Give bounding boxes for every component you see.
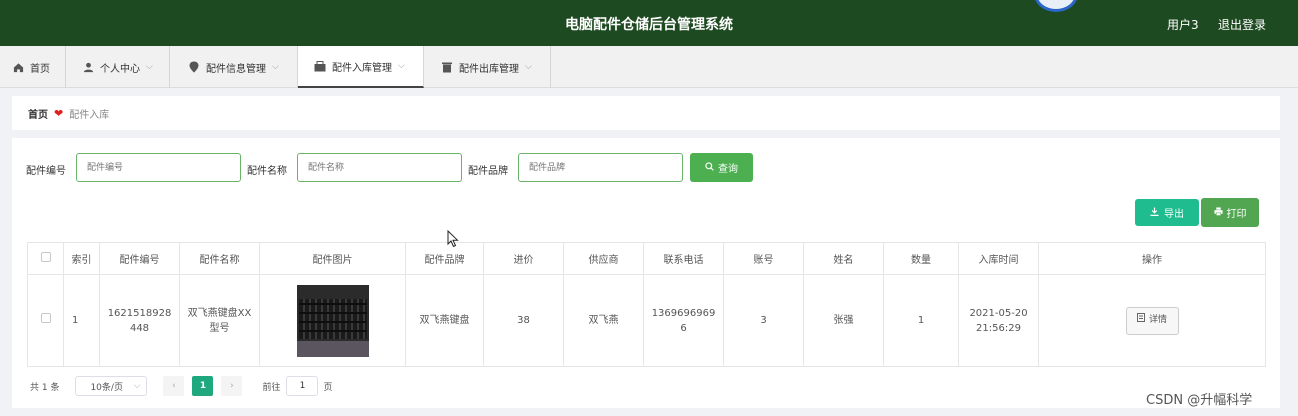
column-header: 供应商 xyxy=(563,242,644,275)
nav-item-personal[interactable]: 个人中心 ⌵ xyxy=(66,46,170,88)
code-search-input[interactable] xyxy=(76,153,241,182)
document-icon xyxy=(1136,313,1145,328)
nav-label: 配件出库管理 xyxy=(459,63,519,75)
print-button-label: 打印 xyxy=(1226,209,1247,220)
column-header: 账号 xyxy=(723,242,804,275)
nav-item-stock-in[interactable]: 配件入库管理 ⌵ xyxy=(298,46,424,88)
account-cell: 3 xyxy=(723,274,804,367)
name-label: 配件名称 xyxy=(247,166,287,177)
image-cell xyxy=(259,274,406,367)
export-button[interactable]: 导出 xyxy=(1135,199,1199,226)
print-button[interactable]: 打印 xyxy=(1201,198,1259,227)
column-header: 联系电话 xyxy=(643,242,724,275)
row-select-cell[interactable] xyxy=(27,274,64,367)
goto-suffix: 页 xyxy=(323,382,333,393)
nav-item-stock-out[interactable]: 配件出库管理 ⌵ xyxy=(424,46,551,88)
breadcrumb-home[interactable]: 首页 xyxy=(28,106,48,121)
chevron-down-icon: ⌵ xyxy=(398,61,405,71)
top-header: 电脑配件仓储后台管理系统 用户3 退出登录 xyxy=(0,0,1298,46)
column-header: 配件图片 xyxy=(259,242,406,275)
column-header: 配件品牌 xyxy=(405,242,484,275)
page-size-value: 10条/页 xyxy=(90,382,123,393)
action-cell: 详情 xyxy=(1038,274,1266,367)
code-label: 配件编号 xyxy=(26,166,66,177)
printer-icon xyxy=(1213,206,1223,219)
user-icon xyxy=(82,61,94,73)
download-icon xyxy=(1150,206,1159,219)
name-search-input[interactable] xyxy=(297,153,462,182)
box-icon xyxy=(314,60,326,72)
price-cell: 38 xyxy=(483,274,564,367)
row-checkbox[interactable] xyxy=(40,313,51,323)
code-cell: 1621518928448 xyxy=(99,274,180,367)
nav-item-home[interactable]: 首页 xyxy=(0,46,66,88)
chevron-down-icon: ⌵ xyxy=(272,62,279,72)
breadcrumb-current: 配件入库 xyxy=(69,109,110,121)
avatar[interactable] xyxy=(1034,0,1078,12)
index-cell: 1 xyxy=(63,274,100,367)
page-number-current[interactable]: 1 xyxy=(192,376,214,396)
main-nav: 首页 个人中心 ⌵ 配件信息管理 ⌵ 配件入库管理 ⌵ 配件出库管理 ⌵ xyxy=(0,46,1298,88)
heart-icon: ❤ xyxy=(54,106,64,120)
time-cell: 2021-05-20 21:56:29 xyxy=(958,274,1039,367)
person-cell: 张强 xyxy=(803,274,884,367)
mouse-cursor-icon xyxy=(447,229,459,251)
search-button[interactable]: 查询 xyxy=(690,153,753,182)
nav-label: 首页 xyxy=(30,63,50,75)
pagination: 共 1 条 10条/页 ⌵ ‹ 1 › 前往 1 页 xyxy=(30,376,332,396)
current-user[interactable]: 用户3 xyxy=(1167,16,1199,33)
search-icon xyxy=(705,161,714,174)
stock-in-table: 索引 配件编号 配件名称 配件图片 配件品牌 进价 供应商 联系电话 账号 姓名… xyxy=(27,242,1266,367)
total-count: 共 1 条 xyxy=(30,382,60,393)
brand-label: 配件品牌 xyxy=(468,166,508,177)
chevron-down-icon: ⌵ xyxy=(146,62,153,72)
table-row: 1 1621518928448 双飞燕键盘XX型号 双飞燕键盘 38 双飞燕 1… xyxy=(27,274,1266,367)
column-header: 索引 xyxy=(63,242,100,275)
next-page-button[interactable]: › xyxy=(221,376,243,396)
goto-page-input[interactable]: 1 xyxy=(286,376,319,396)
column-header: 入库时间 xyxy=(958,242,1039,275)
name-cell: 双飞燕键盘XX型号 xyxy=(179,274,260,367)
column-header: 数量 xyxy=(883,242,959,275)
nav-label: 配件信息管理 xyxy=(206,63,266,75)
page-size-select[interactable]: 10条/页 ⌵ xyxy=(75,376,148,396)
nav-label: 个人中心 xyxy=(100,63,140,75)
column-header: 姓名 xyxy=(803,242,884,275)
prev-page-button[interactable]: ‹ xyxy=(163,376,185,396)
export-button-label: 导出 xyxy=(1164,209,1184,220)
column-header: 进价 xyxy=(483,242,564,275)
main-panel: 配件编号 配件名称 配件品牌 查询 导出 打印 索引 xyxy=(12,138,1280,408)
goto-label: 前往 xyxy=(262,382,281,393)
keyboard-image[interactable] xyxy=(296,284,369,357)
chevron-down-icon: ⌵ xyxy=(525,62,532,72)
column-header: 操作 xyxy=(1038,242,1266,275)
brand-cell: 双飞燕键盘 xyxy=(405,274,484,367)
quantity-cell: 1 xyxy=(883,274,959,367)
detail-button-label: 详情 xyxy=(1148,315,1167,325)
breadcrumb: 首页 ❤ 配件入库 xyxy=(12,96,1280,130)
column-header: 配件编号 xyxy=(99,242,180,275)
search-button-label: 查询 xyxy=(718,164,738,175)
bin-icon xyxy=(441,61,453,73)
home-icon xyxy=(12,61,24,73)
supplier-cell: 双飞燕 xyxy=(563,274,644,367)
chevron-down-icon: ⌵ xyxy=(133,381,141,391)
watermark: CSDN @升幅科学 xyxy=(1146,393,1253,408)
nav-label: 配件入库管理 xyxy=(332,62,392,74)
detail-button[interactable]: 详情 xyxy=(1125,306,1179,335)
phone-cell: 13696969696 xyxy=(643,274,724,367)
table-header-row: 索引 配件编号 配件名称 配件图片 配件品牌 进价 供应商 联系电话 账号 姓名… xyxy=(27,242,1266,275)
select-all-column[interactable] xyxy=(27,242,64,275)
brand-search-input[interactable] xyxy=(518,153,683,182)
select-all-checkbox[interactable] xyxy=(40,252,51,262)
column-header: 配件名称 xyxy=(179,242,260,275)
nav-item-part-info[interactable]: 配件信息管理 ⌵ xyxy=(170,46,298,88)
app-title: 电脑配件仓储后台管理系统 xyxy=(565,17,733,33)
logout-link[interactable]: 退出登录 xyxy=(1218,16,1266,33)
pin-icon xyxy=(188,61,200,73)
